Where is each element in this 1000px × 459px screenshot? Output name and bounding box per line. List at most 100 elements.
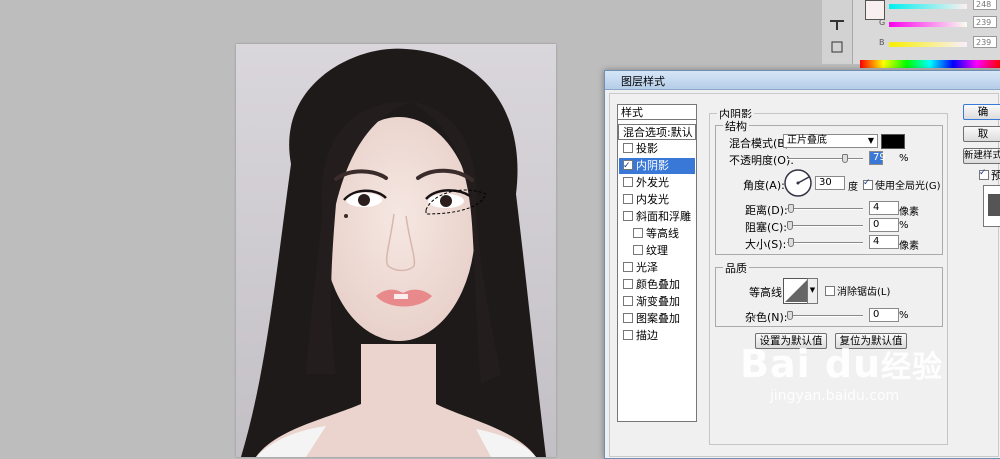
preview-box bbox=[983, 185, 1000, 227]
opacity-slider[interactable] bbox=[787, 154, 863, 163]
style-list-item[interactable]: 等高线 bbox=[619, 226, 695, 242]
style-checkbox[interactable] bbox=[623, 158, 633, 174]
style-checkbox[interactable] bbox=[623, 313, 633, 323]
distance-slider[interactable] bbox=[787, 204, 863, 213]
document-canvas[interactable] bbox=[236, 44, 556, 457]
portrait-photo bbox=[236, 44, 556, 457]
dialog-title: 图层样式 bbox=[621, 75, 665, 88]
style-checkbox[interactable] bbox=[623, 177, 633, 187]
contour-label: 等高线: bbox=[749, 286, 786, 299]
noise-input[interactable]: 0 bbox=[869, 308, 899, 322]
style-checkbox[interactable] bbox=[623, 296, 633, 306]
noise-unit: % bbox=[899, 310, 909, 321]
antialias-checkbox[interactable] bbox=[825, 286, 835, 296]
angle-label: 角度(A): bbox=[743, 179, 785, 192]
style-list-item-label: 内发光 bbox=[636, 193, 669, 206]
style-list-item-label: 混合选项:默认 bbox=[623, 126, 693, 139]
style-list-item-label: 斜面和浮雕 bbox=[636, 210, 691, 223]
style-list-item[interactable]: 图案叠加 bbox=[619, 311, 695, 327]
choke-slider[interactable] bbox=[787, 221, 863, 230]
baidu-watermark-logo: Bai du经验 bbox=[740, 342, 943, 386]
size-slider-handle[interactable] bbox=[788, 238, 794, 247]
chevron-down-icon: ▼ bbox=[867, 136, 874, 145]
distance-input[interactable]: 4 bbox=[869, 201, 899, 215]
size-input[interactable]: 4 bbox=[869, 235, 899, 249]
style-list-item-label: 等高线 bbox=[646, 227, 679, 240]
cancel-button[interactable]: 取 bbox=[963, 126, 1000, 142]
style-list-item[interactable]: 斜面和浮雕 bbox=[619, 209, 695, 225]
style-checkbox[interactable] bbox=[623, 279, 633, 289]
angle-dial-icon[interactable] bbox=[783, 168, 813, 198]
style-list-item[interactable]: 投影 bbox=[619, 141, 695, 157]
ok-button[interactable]: 确 bbox=[963, 104, 1000, 120]
angle-unit: 度 bbox=[848, 182, 858, 193]
blue-label: B bbox=[879, 38, 885, 47]
style-list: 样式 混合选项:默认投影内阴影外发光内发光斜面和浮雕等高线纹理光泽颜色叠加渐变叠… bbox=[617, 104, 697, 422]
foreground-swatch[interactable] bbox=[865, 0, 885, 20]
style-checkbox[interactable] bbox=[623, 262, 633, 272]
style-list-item[interactable]: 渐变叠加 bbox=[619, 294, 695, 310]
choke-input[interactable]: 0 bbox=[869, 218, 899, 232]
style-checkbox[interactable] bbox=[633, 228, 643, 238]
style-checkbox[interactable] bbox=[623, 211, 633, 221]
style-list-item[interactable]: 颜色叠加 bbox=[619, 277, 695, 293]
style-list-item-label: 光泽 bbox=[636, 261, 658, 274]
opacity-unit: % bbox=[899, 153, 909, 164]
style-list-item-label: 图案叠加 bbox=[636, 312, 680, 325]
style-list-item[interactable]: 描边 bbox=[619, 328, 695, 344]
style-list-item-label: 内阴影 bbox=[636, 159, 669, 172]
style-list-item-label: 投影 bbox=[636, 142, 658, 155]
size-label: 大小(S): bbox=[745, 238, 787, 251]
green-slider-row[interactable]: G 239 bbox=[879, 16, 999, 32]
style-checkbox[interactable] bbox=[623, 143, 633, 153]
style-list-item-label: 颜色叠加 bbox=[636, 278, 680, 291]
contour-dropdown-button[interactable]: ▼ bbox=[807, 278, 818, 304]
watermark-url: jingyan.baidu.com bbox=[770, 388, 900, 404]
opacity-input[interactable]: 79 bbox=[869, 151, 886, 165]
size-slider[interactable] bbox=[787, 238, 863, 247]
color-spectrum-bar[interactable] bbox=[860, 60, 1000, 68]
contour-picker[interactable] bbox=[783, 278, 809, 304]
blue-slider-row[interactable]: B 239 bbox=[879, 36, 999, 52]
opacity-slider-handle[interactable] bbox=[842, 154, 848, 163]
red-slider-row[interactable]: R 248 bbox=[879, 0, 999, 14]
style-list-item-label: 渐变叠加 bbox=[636, 295, 680, 308]
blue-value[interactable]: 239 bbox=[973, 36, 997, 48]
choke-unit: % bbox=[899, 220, 909, 231]
style-checkbox[interactable] bbox=[623, 194, 633, 204]
style-list-item[interactable]: 外发光 bbox=[619, 175, 695, 191]
watermark-brand: Bai du bbox=[740, 342, 882, 386]
style-list-item[interactable]: 光泽 bbox=[619, 260, 695, 276]
preview-checkbox[interactable] bbox=[979, 168, 989, 180]
new-style-button[interactable]: 新建样式 bbox=[963, 148, 1000, 164]
choke-slider-handle[interactable] bbox=[787, 221, 793, 230]
preview-swatch bbox=[988, 194, 1000, 216]
distance-label: 距离(D): bbox=[745, 204, 788, 217]
style-checkbox[interactable] bbox=[633, 245, 643, 255]
angle-input[interactable]: 30 bbox=[815, 176, 845, 190]
style-list-item[interactable]: 内发光 bbox=[619, 192, 695, 208]
blend-mode-value: 正片叠底 bbox=[787, 135, 827, 146]
noise-slider-handle[interactable] bbox=[787, 311, 793, 320]
opacity-label: 不透明度(O): bbox=[729, 154, 794, 167]
shadow-color-swatch[interactable] bbox=[881, 134, 905, 149]
distance-slider-handle[interactable] bbox=[788, 204, 794, 213]
green-value[interactable]: 239 bbox=[973, 16, 997, 28]
panel-tool-strip bbox=[822, 0, 853, 64]
noise-slider[interactable] bbox=[787, 311, 863, 320]
dialog-titlebar[interactable]: 图层样式 bbox=[605, 71, 1000, 90]
blend-mode-select[interactable]: 正片叠底 ▼ bbox=[783, 134, 878, 148]
choke-label: 阻塞(C): bbox=[745, 221, 787, 234]
style-list-item-label: 外发光 bbox=[636, 176, 669, 189]
noise-label: 杂色(N): bbox=[745, 311, 788, 324]
style-list-item[interactable]: 混合选项:默认 bbox=[618, 124, 696, 140]
style-list-item[interactable]: 内阴影 bbox=[619, 158, 695, 174]
global-light-checkbox[interactable] bbox=[863, 178, 873, 190]
style-list-item[interactable]: 纹理 bbox=[619, 243, 695, 259]
size-unit: 像素 bbox=[899, 241, 919, 252]
red-value[interactable]: 248 bbox=[973, 0, 997, 10]
structure-title: 结构 bbox=[723, 118, 749, 134]
style-list-header[interactable]: 样式 bbox=[618, 105, 696, 120]
panel-tool-icons bbox=[830, 20, 844, 53]
style-checkbox[interactable] bbox=[623, 330, 633, 340]
